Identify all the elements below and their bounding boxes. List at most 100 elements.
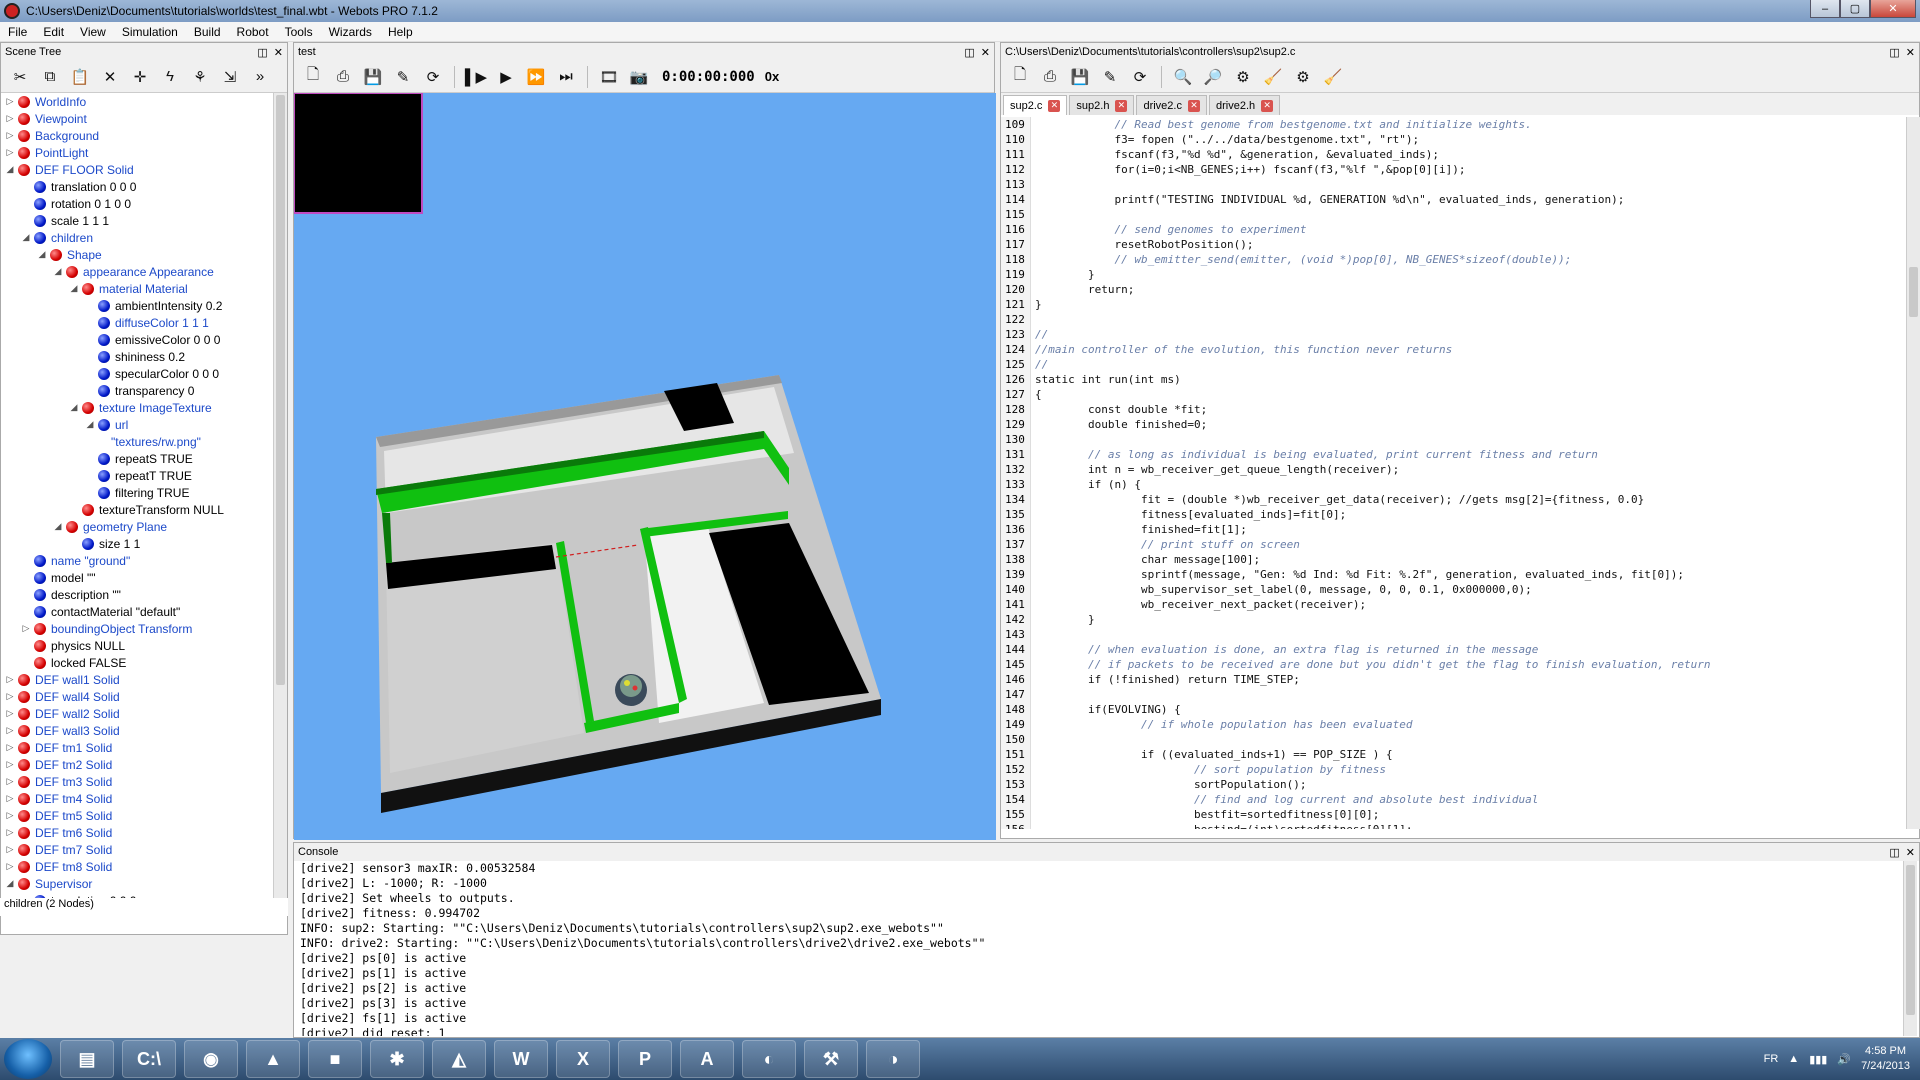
- tree-node[interactable]: ▷ DEF wall3 Solid: [1, 722, 273, 739]
- save-icon[interactable]: 💾: [360, 64, 386, 90]
- new-file-icon[interactable]: 🗋: [1007, 64, 1033, 90]
- close-tab-icon[interactable]: ✕: [1115, 99, 1128, 112]
- tree-node[interactable]: size 1 1: [1, 535, 273, 552]
- play-icon[interactable]: ▶: [493, 64, 519, 90]
- tree-node[interactable]: ◢ url: [1, 416, 273, 433]
- tree-node[interactable]: ◢ material Material: [1, 280, 273, 297]
- code-scrollbar[interactable]: [1906, 117, 1920, 829]
- taskbar-app-app-triangle[interactable]: ▲: [246, 1040, 300, 1078]
- new-world-icon[interactable]: 🗋: [300, 64, 326, 90]
- close-icon[interactable]: ✕: [274, 46, 283, 59]
- tab-drive2-c[interactable]: drive2.c ✕: [1136, 95, 1207, 115]
- tree-node[interactable]: ◢ Shape: [1, 246, 273, 263]
- find-icon[interactable]: 🔍: [1170, 64, 1196, 90]
- fastest-icon[interactable]: ⏭: [553, 64, 579, 90]
- tab-sup2-h[interactable]: sup2.h ✕: [1069, 95, 1135, 115]
- expanded-arrow-icon[interactable]: ◢: [69, 283, 79, 294]
- taskbar-app-powerpoint[interactable]: P: [618, 1040, 672, 1078]
- tray-arrow-icon[interactable]: ▲: [1788, 1053, 1799, 1065]
- float-icon[interactable]: ◫: [1889, 846, 1899, 859]
- collapsed-arrow-icon[interactable]: ▷: [5, 725, 15, 736]
- taskbar-app-word[interactable]: W: [494, 1040, 548, 1078]
- tree-node[interactable]: scale 1 1 1: [1, 212, 273, 229]
- save-all-icon[interactable]: ✎: [1097, 64, 1123, 90]
- tree-node[interactable]: textureTransform NULL: [1, 501, 273, 518]
- replace-icon[interactable]: 🔎: [1200, 64, 1226, 90]
- expanded-arrow-icon[interactable]: ◢: [5, 878, 15, 889]
- taskbar-clock[interactable]: 4:58 PM 7/24/2013: [1861, 1044, 1910, 1074]
- close-tab-icon[interactable]: ✕: [1261, 99, 1274, 112]
- float-icon[interactable]: ◫: [964, 46, 974, 59]
- tree-node[interactable]: ▷ boundingObject Transform: [1, 620, 273, 637]
- tree-node[interactable]: ▷ Viewpoint: [1, 110, 273, 127]
- tree-node[interactable]: transparency 0: [1, 382, 273, 399]
- taskbar-app-excel[interactable]: X: [556, 1040, 610, 1078]
- collapsed-arrow-icon[interactable]: ▷: [5, 96, 15, 107]
- maximize-button[interactable]: ▢: [1840, 0, 1870, 18]
- tree-node[interactable]: locked FALSE: [1, 654, 273, 671]
- tree-node[interactable]: repeatS TRUE: [1, 450, 273, 467]
- close-tab-icon[interactable]: ✕: [1048, 99, 1061, 112]
- collapsed-arrow-icon[interactable]: ▷: [5, 742, 15, 753]
- collapsed-arrow-icon[interactable]: ▷: [5, 708, 15, 719]
- open-world-icon[interactable]: ⎙: [330, 64, 356, 90]
- tree-node[interactable]: ▷ DEF tm1 Solid: [1, 739, 273, 756]
- clean-icon[interactable]: 🧹: [1260, 64, 1286, 90]
- move-icon[interactable]: ✛: [127, 64, 153, 90]
- float-icon[interactable]: ◫: [257, 46, 267, 59]
- paste-icon[interactable]: 📋: [67, 64, 93, 90]
- console-scrollbar[interactable]: [1903, 861, 1917, 1036]
- start-button[interactable]: [4, 1039, 52, 1079]
- tab-sup2-c[interactable]: sup2.c ✕: [1003, 95, 1068, 115]
- tree-node[interactable]: description "": [1, 586, 273, 603]
- tree-node[interactable]: translation 0 0 0: [1, 178, 273, 195]
- taskbar-app-cmd[interactable]: C:\: [122, 1040, 176, 1078]
- menu-edit[interactable]: Edit: [35, 25, 72, 39]
- network-icon[interactable]: ▮▮▮: [1809, 1053, 1827, 1066]
- screenshot-icon[interactable]: 📷: [626, 64, 652, 90]
- menu-robot[interactable]: Robot: [229, 25, 277, 39]
- tree-node[interactable]: ▷ DEF tm7 Solid: [1, 841, 273, 858]
- record-movie-icon[interactable]: 🎞: [596, 64, 622, 90]
- language-indicator[interactable]: FR: [1764, 1053, 1779, 1065]
- tree-node[interactable]: ambientIntensity 0.2: [1, 297, 273, 314]
- tree-node[interactable]: contactMaterial "default": [1, 603, 273, 620]
- tree-node[interactable]: ◢ appearance Appearance: [1, 263, 273, 280]
- copy-icon[interactable]: ⧉: [37, 64, 63, 90]
- tree-node[interactable]: physics NULL: [1, 637, 273, 654]
- collapsed-arrow-icon[interactable]: ▷: [5, 793, 15, 804]
- menu-view[interactable]: View: [72, 25, 114, 39]
- taskbar-app-webots[interactable]: ✱: [370, 1040, 424, 1078]
- revert-icon[interactable]: ⟳: [1127, 64, 1153, 90]
- 3d-view[interactable]: [294, 93, 996, 840]
- delete-icon[interactable]: ✕: [97, 64, 123, 90]
- close-tab-icon[interactable]: ✕: [1187, 99, 1200, 112]
- expanded-arrow-icon[interactable]: ◢: [37, 249, 47, 260]
- tree-node[interactable]: name "ground": [1, 552, 273, 569]
- expanded-arrow-icon[interactable]: ◢: [5, 164, 15, 175]
- float-icon[interactable]: ◫: [1889, 46, 1899, 59]
- expanded-arrow-icon[interactable]: ◢: [21, 232, 31, 243]
- step-icon[interactable]: ▌▶: [463, 64, 489, 90]
- revert-icon[interactable]: ⟳: [420, 64, 446, 90]
- console-scroll-thumb[interactable]: [1906, 865, 1915, 1015]
- collapsed-arrow-icon[interactable]: ▷: [5, 147, 15, 158]
- tree-node[interactable]: ▷ DEF tm6 Solid: [1, 824, 273, 841]
- collapsed-arrow-icon[interactable]: ▷: [5, 130, 15, 141]
- collapsed-arrow-icon[interactable]: ▷: [5, 759, 15, 770]
- menu-wizards[interactable]: Wizards: [321, 25, 380, 39]
- taskbar-app-chrome[interactable]: ◉: [184, 1040, 238, 1078]
- tree-node[interactable]: ◢ DEF FLOOR Solid: [1, 161, 273, 178]
- tree-node[interactable]: ▷ DEF tm8 Solid: [1, 858, 273, 875]
- expanded-arrow-icon[interactable]: ◢: [85, 419, 95, 430]
- taskbar-app-app-tool[interactable]: ⚒: [804, 1040, 858, 1078]
- tree-node[interactable]: repeatT TRUE: [1, 467, 273, 484]
- close-icon[interactable]: ✕: [1906, 46, 1915, 59]
- tree-node[interactable]: ▷ PointLight: [1, 144, 273, 161]
- tree-node[interactable]: ▷ DEF tm2 Solid: [1, 756, 273, 773]
- tree-node[interactable]: model "": [1, 569, 273, 586]
- expanded-arrow-icon[interactable]: ◢: [53, 521, 63, 532]
- console-output[interactable]: [drive2] sensor3 maxIR: 0.00532584 [drive…: [297, 861, 1902, 1036]
- tree-node[interactable]: ▷ DEF tm5 Solid: [1, 807, 273, 824]
- tree-node[interactable]: ◢ Supervisor: [1, 875, 273, 892]
